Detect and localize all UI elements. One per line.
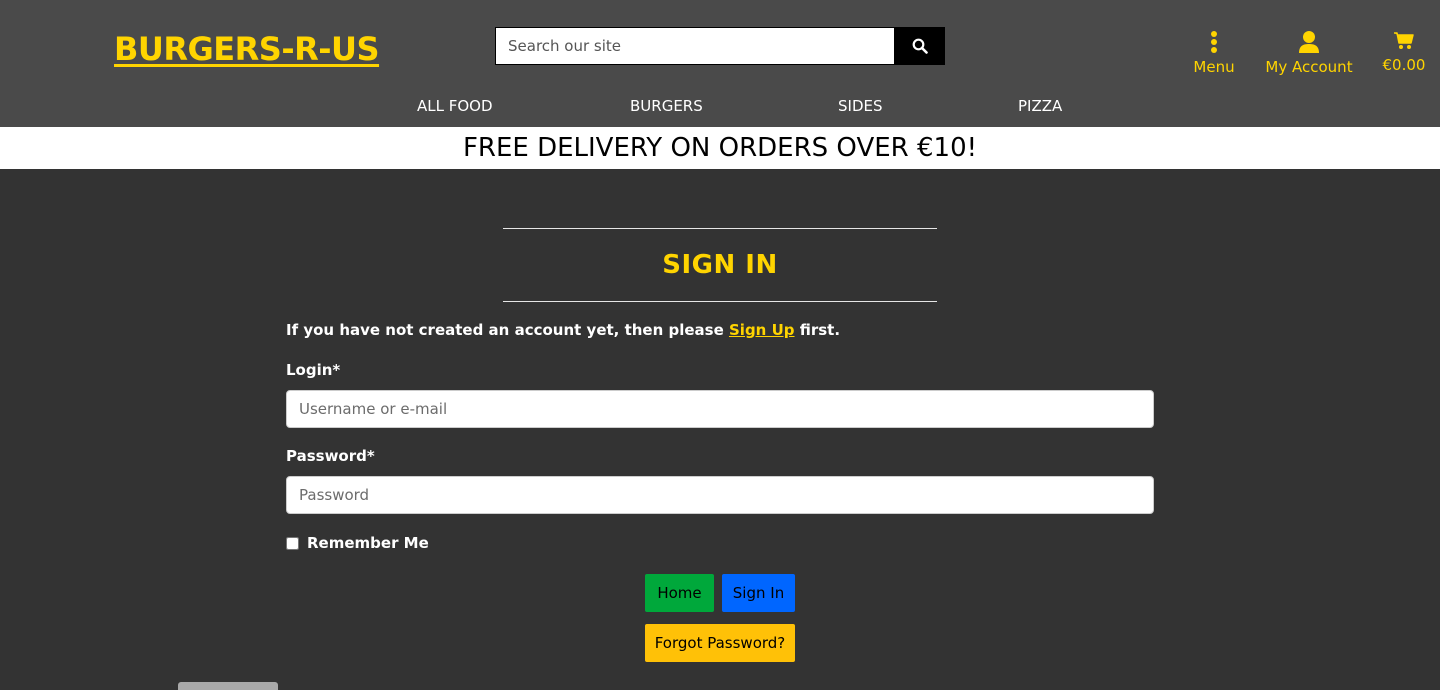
partially-visible-button[interactable] bbox=[178, 682, 278, 690]
page-title: SIGN IN bbox=[662, 250, 778, 280]
home-button[interactable]: Home bbox=[645, 574, 714, 612]
nav-all-food[interactable]: ALL FOOD bbox=[417, 97, 493, 115]
cart-button[interactable]: €0.00 bbox=[1382, 30, 1426, 74]
signup-prompt-text: If you have not created an account yet, … bbox=[286, 321, 729, 339]
nav-pizza[interactable]: PIZZA bbox=[1018, 97, 1062, 115]
remember-me-checkbox[interactable] bbox=[286, 536, 299, 550]
search-button[interactable] bbox=[895, 27, 945, 65]
login-label: Login* bbox=[286, 361, 341, 379]
forgot-password-button[interactable]: Forgot Password? bbox=[645, 624, 795, 662]
search-icon bbox=[912, 38, 928, 54]
user-icon bbox=[1299, 31, 1319, 53]
signup-prompt: If you have not created an account yet, … bbox=[286, 321, 840, 339]
menu-label: Menu bbox=[1193, 58, 1235, 76]
search-bar bbox=[495, 27, 945, 65]
vertical-ellipsis-icon bbox=[1211, 31, 1217, 53]
shopping-cart-icon bbox=[1394, 32, 1414, 49]
menu-button[interactable]: Menu bbox=[1193, 30, 1235, 76]
signup-link[interactable]: Sign Up bbox=[729, 321, 795, 339]
password-label: Password* bbox=[286, 447, 375, 465]
cart-total: €0.00 bbox=[1382, 56, 1426, 74]
title-divider-top bbox=[503, 228, 937, 229]
remember-me: Remember Me bbox=[286, 534, 429, 552]
remember-me-label: Remember Me bbox=[307, 534, 429, 552]
promo-banner: FREE DELIVERY ON ORDERS OVER €10! bbox=[0, 127, 1440, 169]
nav-burgers[interactable]: BURGERS bbox=[630, 97, 703, 115]
my-account-button[interactable]: My Account bbox=[1265, 30, 1353, 76]
site-header: BURGERS-R-US Menu My Account € bbox=[0, 0, 1440, 127]
sign-in-button[interactable]: Sign In bbox=[722, 574, 795, 612]
search-input[interactable] bbox=[495, 27, 895, 65]
title-divider-bottom bbox=[503, 301, 937, 302]
my-account-label: My Account bbox=[1265, 58, 1353, 76]
brand-logo[interactable]: BURGERS-R-US bbox=[114, 30, 380, 68]
signup-prompt-suffix: first. bbox=[794, 321, 841, 339]
password-input[interactable] bbox=[286, 476, 1154, 514]
login-input[interactable] bbox=[286, 390, 1154, 428]
nav-sides[interactable]: SIDES bbox=[838, 97, 883, 115]
